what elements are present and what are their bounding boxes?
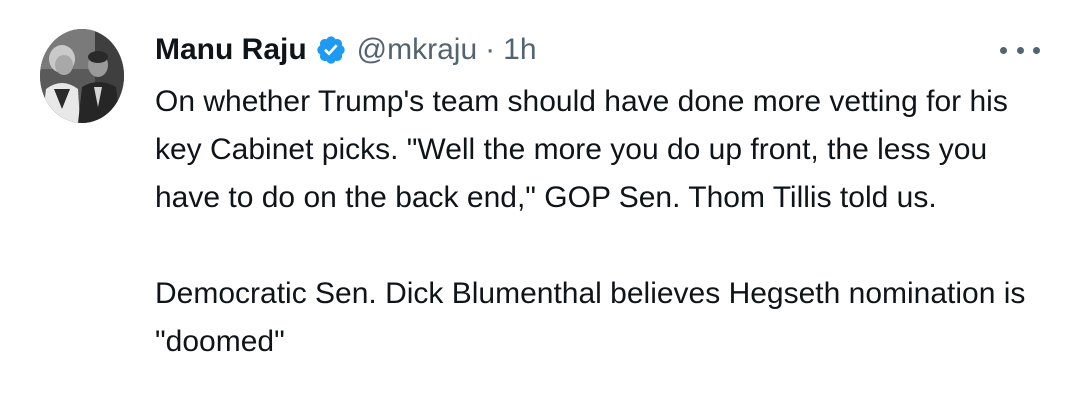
profile-photo-icon <box>40 29 124 123</box>
ellipsis-dot-icon <box>1033 46 1040 54</box>
paragraph-break <box>155 222 1055 270</box>
ellipsis-dot-icon <box>1000 46 1007 54</box>
tweet[interactable]: Manu Raju @mkraju · 1h On whether Trump'… <box>0 0 1080 410</box>
tweet-text: On whether Trump's team should have done… <box>155 78 1055 366</box>
timestamp[interactable]: 1h <box>503 33 536 67</box>
author-handle[interactable]: @mkraju <box>357 33 477 67</box>
tweet-header: Manu Raju @mkraju · 1h <box>155 26 537 74</box>
separator-dot: · <box>485 33 496 66</box>
author-display-name[interactable]: Manu Raju <box>155 33 307 67</box>
tweet-paragraph: On whether Trump's team should have done… <box>155 85 1008 214</box>
tweet-paragraph: Democratic Sen. Dick Blumenthal believes… <box>155 277 1026 358</box>
ellipsis-dot-icon <box>1016 46 1024 54</box>
verified-badge-icon[interactable] <box>315 34 347 66</box>
more-options-ellipsis-icon[interactable] <box>1000 38 1040 62</box>
avatar[interactable] <box>40 29 124 123</box>
